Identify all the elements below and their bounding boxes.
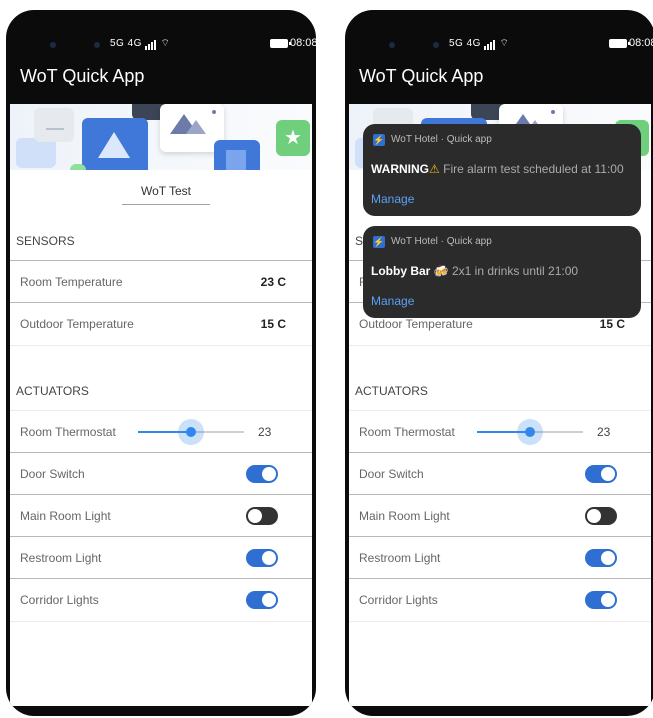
actuator-label: Restroom Light (20, 551, 102, 565)
phone-left: 5G 4G ⌔ 08:08 WoT Quick App ★ WoT Test S… (6, 10, 316, 716)
actuators-heading: ACTUATORS (355, 384, 428, 398)
sensor-value: 23 C (260, 275, 286, 289)
signal-text: 5G 4G (110, 38, 142, 49)
signal-icon: 5G 4G ⌔ (449, 37, 509, 50)
app-screen: ★ WoT Test SENSORS Room Temperature 23 C… (349, 104, 651, 706)
sensor-label: Outdoor Temperature (20, 317, 134, 331)
notification-source: WoT Hotel · Quick app (391, 134, 492, 145)
actuator-label: Door Switch (359, 467, 424, 481)
notification-message: WARNING⚠ Fire alarm test scheduled at 11… (371, 162, 624, 176)
manage-button[interactable]: Manage (371, 294, 414, 308)
status-bar: 5G 4G ⌔ 08:08 (345, 10, 653, 62)
sensor-row-room-temperature: Room Temperature 23 C (10, 260, 312, 303)
camera-icon (50, 42, 56, 48)
warning-icon: ⚠ (429, 162, 440, 176)
thermostat-value: 23 (597, 425, 611, 439)
sensor-label: Outdoor Temperature (359, 317, 473, 331)
app-icon: ⚡ (373, 134, 385, 146)
slider-thumb[interactable] (517, 419, 543, 445)
manage-button[interactable]: Manage (371, 192, 414, 206)
status-time: 08:08 (629, 37, 653, 49)
sensor-value: 15 C (260, 317, 286, 331)
actuator-row-restroom-light: Restroom Light (10, 536, 312, 579)
hero-illustration: ★ (10, 104, 312, 170)
phone-right: 5G 4G ⌔ 08:08 WoT Quick App ★ WoT Test S… (345, 10, 653, 716)
status-bar: 5G 4G ⌔ 08:08 (6, 10, 316, 62)
wifi-icon: ⌔ (160, 38, 171, 49)
actuator-label: Room Thermostat (359, 425, 455, 439)
actuator-row-main-room-light: Main Room Light (10, 494, 312, 537)
notification-title: WARNING (371, 162, 429, 176)
notification-text: Fire alarm test scheduled at 11:00 (443, 162, 624, 176)
sensor-icon (433, 42, 439, 48)
actuator-label: Corridor Lights (359, 593, 438, 607)
notification-card[interactable]: ⚡ WoT Hotel · Quick app WARNING⚠ Fire al… (363, 124, 641, 216)
main-room-light-toggle[interactable] (585, 507, 617, 525)
actuator-label: Main Room Light (20, 509, 111, 523)
sensor-icon (94, 42, 100, 48)
actuator-row-corridor-lights: Corridor Lights (349, 578, 651, 622)
slider-thumb[interactable] (178, 419, 204, 445)
sensor-value: 15 C (599, 317, 625, 331)
actuator-row-main-room-light: Main Room Light (349, 494, 651, 537)
door-switch-toggle[interactable] (246, 465, 278, 483)
app-icon: ⚡ (373, 236, 385, 248)
signal-text: 5G 4G (449, 38, 481, 49)
actuator-label: Door Switch (20, 467, 85, 481)
hero-card-icon (34, 108, 74, 142)
app-title: WoT Quick App (359, 66, 484, 86)
corridor-lights-toggle[interactable] (246, 591, 278, 609)
notification-text: 2x1 in drinks until 21:00 (451, 264, 579, 278)
actuator-row-room-thermostat: Room Thermostat 23 (349, 410, 651, 453)
actuator-row-corridor-lights: Corridor Lights (10, 578, 312, 622)
hero-dot-icon (70, 164, 86, 170)
hero-triangle-icon (82, 118, 148, 170)
sensor-label: Room Temperature (20, 275, 123, 289)
thermostat-slider[interactable] (138, 419, 244, 445)
hero-shape-icon (16, 138, 56, 168)
wifi-icon: ⌔ (499, 38, 510, 49)
thermostat-slider[interactable] (477, 419, 583, 445)
door-switch-toggle[interactable] (585, 465, 617, 483)
restroom-light-toggle[interactable] (246, 549, 278, 567)
actuator-row-room-thermostat: Room Thermostat 23 (10, 410, 312, 453)
drink-icon: 🍻 (433, 264, 449, 278)
thermostat-value: 23 (258, 425, 272, 439)
signal-icon: 5G 4G ⌔ (110, 37, 170, 50)
notification-card[interactable]: ⚡ WoT Hotel · Quick app Lobby Bar 🍻 2x1 … (363, 226, 641, 318)
actuator-label: Corridor Lights (20, 593, 99, 607)
battery-icon (270, 39, 291, 48)
actuator-row-door-switch: Door Switch (10, 452, 312, 495)
sensors-heading: SENSORS (16, 234, 75, 248)
notification-source: WoT Hotel · Quick app (391, 236, 492, 247)
star-icon[interactable]: ★ (276, 120, 310, 156)
notification-message: Lobby Bar 🍻 2x1 in drinks until 21:00 (371, 264, 578, 278)
main-room-light-toggle[interactable] (246, 507, 278, 525)
status-time: 08:08 (290, 37, 316, 49)
sensor-row-outdoor-temperature: Outdoor Temperature 15 C (10, 302, 312, 346)
actuators-heading: ACTUATORS (16, 384, 89, 398)
corridor-lights-toggle[interactable] (585, 591, 617, 609)
actuator-row-door-switch: Door Switch (349, 452, 651, 495)
camera-icon (389, 42, 395, 48)
actuator-label: Restroom Light (359, 551, 441, 565)
name-input[interactable]: WoT Test (122, 184, 210, 205)
restroom-light-toggle[interactable] (585, 549, 617, 567)
hero-square-icon (214, 140, 260, 170)
actuator-row-restroom-light: Restroom Light (349, 536, 651, 579)
app-title: WoT Quick App (20, 66, 145, 86)
notification-title: Lobby Bar (371, 264, 431, 278)
actuator-label: Room Thermostat (20, 425, 116, 439)
app-screen: ★ WoT Test SENSORS Room Temperature 23 C… (10, 104, 312, 706)
actuator-label: Main Room Light (359, 509, 450, 523)
battery-icon (609, 39, 630, 48)
